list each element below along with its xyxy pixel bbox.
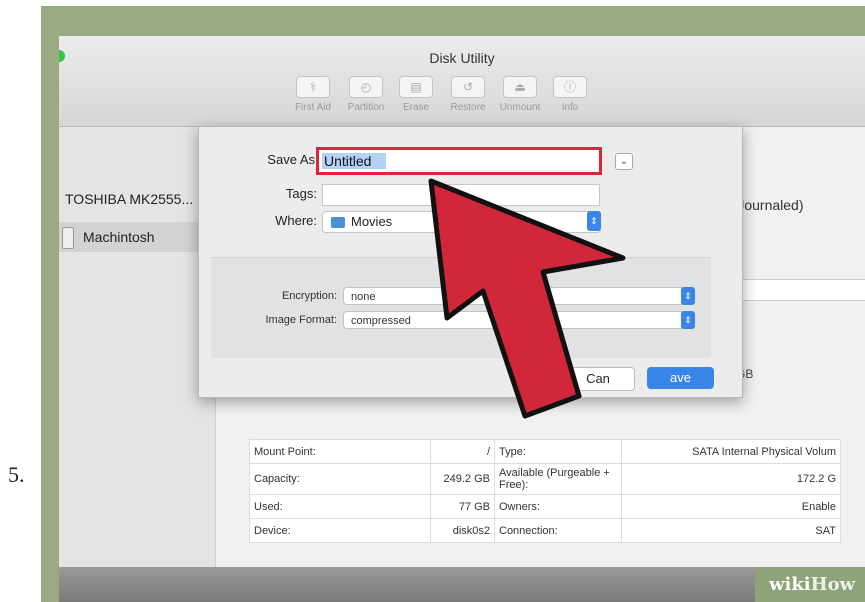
sidebar-disk-item[interactable]: TOSHIBA MK2555... xyxy=(65,191,193,207)
image-format-select[interactable]: compressed ⇕ xyxy=(343,311,695,329)
toolbar-label: Erase xyxy=(402,102,430,113)
up-down-chevron-icon: ⇕ xyxy=(681,311,695,329)
info-value: Enable xyxy=(621,494,841,519)
info-key: Connection: xyxy=(494,518,622,543)
save-as-value: Untitled xyxy=(322,153,386,169)
wikihow-watermark: wikiHow xyxy=(755,567,865,602)
erase-icon: ▤ xyxy=(399,76,433,98)
tags-input[interactable] xyxy=(322,184,600,206)
expand-dialog-button[interactable]: ⌄ xyxy=(615,153,633,170)
window-title: Disk Utility xyxy=(429,50,495,66)
info-key: Capacity: xyxy=(249,463,431,495)
unmount-button[interactable]: ⏏ Unmount xyxy=(492,76,548,113)
up-down-chevron-icon: ⇕ xyxy=(681,287,695,305)
save-as-input[interactable]: Untitled xyxy=(316,147,602,175)
info-value: 77 GB xyxy=(430,494,495,519)
info-key: Device: xyxy=(249,518,431,543)
table-row: Capacity: 249.2 GB Available (Purgeable … xyxy=(249,463,841,495)
toolbar-label: First Aid xyxy=(294,102,332,113)
info-key: Available (Purgeable + Free): xyxy=(494,463,622,495)
table-row: Mount Point: / Type: SATA Internal Physi… xyxy=(249,439,841,464)
erase-button[interactable]: ▤ Erase xyxy=(388,76,444,113)
encryption-value: none xyxy=(351,291,376,303)
eject-icon: ⏏ xyxy=(503,76,537,98)
titlebar: Disk Utility ⚕ First Aid ◴ Partition ▤ E… xyxy=(59,36,865,127)
info-value: / xyxy=(430,439,495,464)
save-button[interactable]: ave xyxy=(647,367,714,389)
encryption-select[interactable]: none ⇕ xyxy=(343,287,695,305)
restore-icon: ↺ xyxy=(451,76,485,98)
table-row: Used: 77 GB Owners: Enable xyxy=(249,494,841,519)
first-aid-button[interactable]: ⚕ First Aid xyxy=(285,76,341,113)
save-as-label: Save As xyxy=(267,152,315,167)
watermark-wiki: wiki xyxy=(769,574,811,595)
drive-icon xyxy=(62,227,74,249)
info-value: SATA Internal Physical Volum xyxy=(621,439,841,464)
info-button[interactable]: ⓘ Info xyxy=(542,76,598,113)
info-key: Used: xyxy=(249,494,431,519)
screenshot-frame: Disk Utility ⚕ First Aid ◴ Partition ▤ E… xyxy=(41,6,865,602)
restore-button[interactable]: ↺ Restore xyxy=(440,76,496,113)
toolbar-label: Restore xyxy=(450,102,486,113)
tags-label: Tags: xyxy=(285,186,317,201)
info-icon: ⓘ xyxy=(553,76,587,98)
info-value: SAT xyxy=(621,518,841,543)
table-row: Device: disk0s2 Connection: SAT xyxy=(249,518,841,543)
image-options-panel: Encryption: none ⇕ Image Format: compres… xyxy=(211,257,711,358)
info-value: 172.2 G xyxy=(621,463,841,495)
toolbar-label: Unmount xyxy=(499,102,541,113)
up-down-chevron-icon: ⇕ xyxy=(587,211,601,231)
info-key: Owners: xyxy=(494,494,622,519)
partition-button[interactable]: ◴ Partition xyxy=(338,76,394,113)
disk-utility-window: Disk Utility ⚕ First Aid ◴ Partition ▤ E… xyxy=(59,36,865,602)
info-key: Mount Point: xyxy=(249,439,431,464)
stethoscope-icon: ⚕ xyxy=(296,76,330,98)
save-dialog: Save As Untitled ⌄ Tags: Where: Movies ⇕… xyxy=(198,126,743,398)
info-value: disk0s2 xyxy=(430,518,495,543)
volume-info-table: Mount Point: / Type: SATA Internal Physi… xyxy=(249,439,841,543)
where-select[interactable]: Movies ⇕ xyxy=(322,211,601,233)
encryption-label: Encryption: xyxy=(281,290,337,302)
bottom-bar: wikiHow xyxy=(59,567,865,602)
where-value: Movies xyxy=(351,214,393,229)
info-key: Type: xyxy=(494,439,622,464)
sidebar: TOSHIBA MK2555... Machintosh xyxy=(59,127,216,567)
image-format-label: Image Format: xyxy=(265,314,337,326)
toolbar-label: Info xyxy=(561,102,579,113)
toolbar-label: Partition xyxy=(347,102,385,113)
partition-icon: ◴ xyxy=(349,76,383,98)
step-number: 5. xyxy=(8,462,25,487)
cancel-button[interactable]: Can xyxy=(561,367,635,391)
info-value: 249.2 GB xyxy=(430,463,495,495)
watermark-how: How xyxy=(810,574,856,595)
sidebar-volume-label: Machintosh xyxy=(83,229,155,245)
sidebar-volume-item[interactable]: Machintosh xyxy=(59,222,215,252)
image-format-value: compressed xyxy=(351,315,411,327)
folder-icon xyxy=(331,217,345,228)
where-label: Where: xyxy=(275,213,317,228)
